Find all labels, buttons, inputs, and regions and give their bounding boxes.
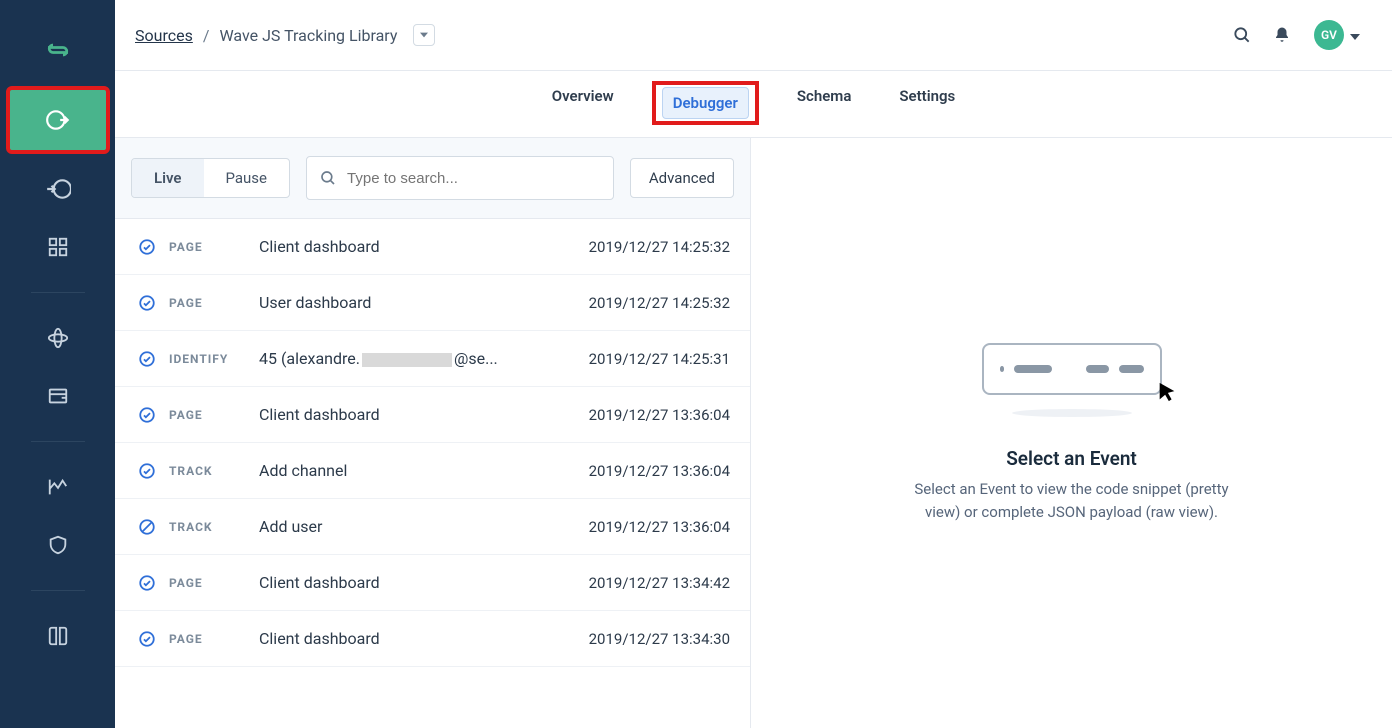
sidebar-item-protocols[interactable] [0, 309, 115, 367]
check-circle-icon [135, 294, 159, 312]
breadcrumb-root[interactable]: Sources [135, 26, 193, 45]
tab-debugger[interactable]: Debugger [662, 87, 749, 119]
event-toolbar: Live Pause Advanced [115, 138, 750, 219]
sidebar-item-docs[interactable] [0, 607, 115, 665]
event-row[interactable]: PAGEClient dashboard2019/12/27 14:25:32 [115, 219, 750, 275]
content: Live Pause Advanced PAGEClient dashboard… [115, 138, 1392, 728]
check-circle-icon [135, 350, 159, 368]
topbar: Sources / Wave JS Tracking Library GV [115, 0, 1392, 71]
event-row[interactable]: PAGEClient dashboard2019/12/27 13:34:30 [115, 611, 750, 667]
breadcrumb-dropdown[interactable] [413, 24, 435, 46]
event-title: Client dashboard [259, 629, 589, 648]
event-row[interactable]: TRACKAdd channel2019/12/27 13:36:04 [115, 443, 750, 499]
sidebar-item-sources[interactable] [8, 88, 108, 152]
illustration-shadow [1012, 409, 1132, 417]
breadcrumb-current: Wave JS Tracking Library [219, 26, 397, 45]
event-title: Add user [259, 517, 589, 536]
event-type: PAGE [169, 632, 259, 646]
event-timestamp: 2019/12/27 13:36:04 [589, 406, 730, 424]
check-circle-icon [135, 574, 159, 592]
sidebar-item-warehouse[interactable] [0, 367, 115, 425]
tabs: Overview Debugger Schema Settings [115, 71, 1392, 138]
event-timestamp: 2019/12/27 14:25:32 [589, 294, 730, 312]
event-type: TRACK [169, 464, 259, 478]
event-row[interactable]: IDENTIFY45 (alexandre.@se...2019/12/27 1… [115, 331, 750, 387]
event-timestamp: 2019/12/27 14:25:31 [589, 350, 730, 368]
check-circle-icon [135, 462, 159, 480]
event-title: User dashboard [259, 293, 589, 312]
check-circle-icon [135, 238, 159, 256]
event-row[interactable]: PAGEClient dashboard2019/12/27 13:34:42 [115, 555, 750, 611]
event-type: TRACK [169, 520, 259, 534]
sidebar [0, 0, 115, 728]
search-input[interactable] [347, 170, 601, 187]
event-type: IDENTIFY [169, 352, 259, 366]
empty-state-illustration [982, 343, 1162, 395]
event-timestamp: 2019/12/27 14:25:32 [589, 238, 730, 256]
search-icon [319, 169, 337, 187]
event-row[interactable]: PAGEUser dashboard2019/12/27 14:25:32 [115, 275, 750, 331]
breadcrumb-separator: / [203, 26, 210, 45]
breadcrumb: Sources / Wave JS Tracking Library [135, 24, 435, 46]
event-timestamp: 2019/12/27 13:36:04 [589, 518, 730, 536]
tab-debugger-highlight: Debugger [652, 81, 759, 125]
avatar[interactable]: GV [1314, 20, 1344, 50]
event-row[interactable]: PAGEClient dashboard2019/12/27 13:36:04 [115, 387, 750, 443]
divider [31, 590, 85, 591]
tab-settings[interactable]: Settings [889, 81, 965, 125]
event-row[interactable]: TRACKAdd user2019/12/27 13:36:04 [115, 499, 750, 555]
tab-schema[interactable]: Schema [787, 81, 862, 125]
bell-icon[interactable] [1262, 26, 1302, 44]
live-pause-segment: Live Pause [131, 158, 290, 198]
event-title: Client dashboard [259, 405, 589, 424]
check-circle-icon [135, 406, 159, 424]
sidebar-item-activity[interactable] [0, 458, 115, 516]
event-timestamp: 2019/12/27 13:34:30 [589, 630, 730, 648]
event-type: PAGE [169, 296, 259, 310]
redacted-segment [362, 353, 452, 367]
pause-button[interactable]: Pause [204, 159, 290, 197]
event-timestamp: 2019/12/27 13:36:04 [589, 462, 730, 480]
event-title: Client dashboard [259, 237, 589, 256]
event-title: 45 (alexandre.@se... [259, 349, 589, 368]
advanced-button[interactable]: Advanced [630, 158, 734, 198]
sidebar-item-destinations[interactable] [0, 160, 115, 218]
tab-overview[interactable]: Overview [542, 81, 624, 125]
event-title: Client dashboard [259, 573, 589, 592]
check-circle-icon [135, 630, 159, 648]
chevron-down-icon[interactable] [1350, 26, 1360, 45]
logo-icon[interactable] [0, 20, 115, 80]
event-list-panel: Live Pause Advanced PAGEClient dashboard… [115, 138, 751, 728]
event-type: PAGE [169, 240, 259, 254]
search-icon[interactable] [1222, 25, 1262, 45]
event-timestamp: 2019/12/27 13:34:42 [589, 574, 730, 592]
event-rows: PAGEClient dashboard2019/12/27 14:25:32P… [115, 219, 750, 728]
search-field[interactable] [306, 156, 614, 200]
sidebar-item-privacy[interactable] [0, 516, 115, 574]
cursor-icon [1156, 381, 1178, 407]
divider [31, 292, 85, 293]
live-button[interactable]: Live [132, 159, 204, 197]
event-type: PAGE [169, 408, 259, 422]
main: Sources / Wave JS Tracking Library GV Ov… [115, 0, 1392, 728]
event-title: Add channel [259, 461, 589, 480]
empty-state-description: Select an Event to view the code snippet… [912, 478, 1232, 523]
divider [31, 441, 85, 442]
event-detail-panel: Select an Event Select an Event to view … [751, 138, 1392, 728]
event-type: PAGE [169, 576, 259, 590]
empty-state-title: Select an Event [1006, 447, 1137, 470]
blocked-icon [135, 518, 159, 536]
sidebar-item-catalog[interactable] [0, 218, 115, 276]
